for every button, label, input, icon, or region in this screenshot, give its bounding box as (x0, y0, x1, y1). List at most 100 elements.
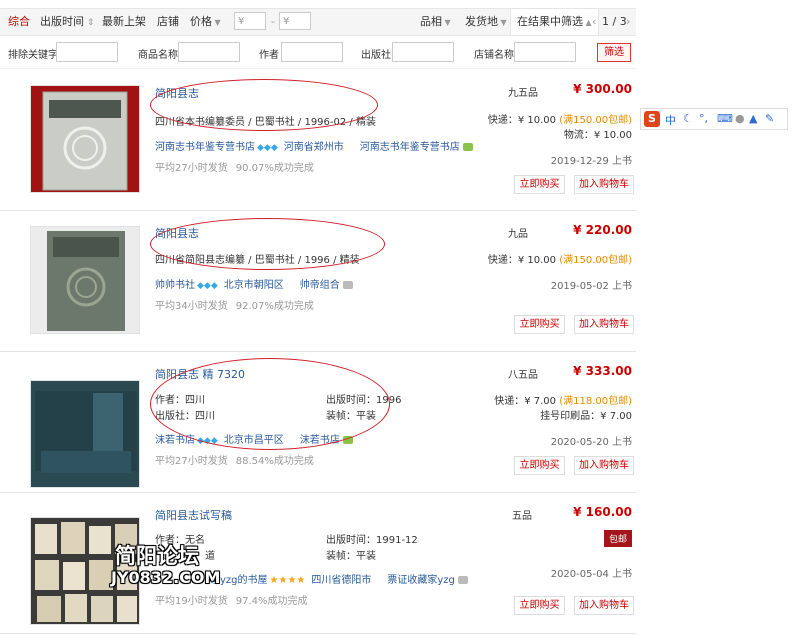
buy-now-button[interactable]: 立即购买 (514, 175, 565, 194)
sort-price[interactable]: 价格 ▼ (190, 9, 221, 35)
caret-down-icon: ▼ (212, 18, 221, 27)
sort-comprehensive[interactable]: 综合 (8, 9, 30, 35)
item-title[interactable]: 简阳县志 精 7320 (155, 366, 245, 382)
punctuation-icon[interactable]: °, (699, 112, 708, 125)
moon-icon[interactable]: ☾ (683, 112, 693, 125)
free-shipping-threshold: (满118.00包邮) (559, 396, 632, 407)
seller-name-link[interactable]: 沫若书店 (300, 435, 340, 446)
item-title[interactable]: 简阳县志试写稿 (155, 507, 232, 523)
star-rating-icon: ★★★★ (269, 575, 306, 586)
watermark-logo: 简阳论坛 (115, 544, 199, 568)
sogou-logo-icon[interactable]: S (644, 111, 660, 127)
item-binding: 装帧：平装 (326, 411, 376, 422)
add-to-cart-button[interactable]: 加入购物车 (574, 175, 634, 194)
book-cover-image[interactable] (30, 85, 140, 193)
wrench-icon[interactable]: ✎ (765, 112, 774, 125)
filter-in-results-tab[interactable]: 在结果中筛选 ▲ (510, 8, 599, 35)
shop-name-link[interactable]: 河南志书年鉴专营书店 (155, 142, 255, 153)
skin-icon[interactable]: ▲ (749, 112, 757, 125)
listing-date: 2020-05-04 上书 (550, 569, 632, 580)
item-publisher: 道 (205, 551, 215, 562)
add-to-cart-button[interactable]: 加入购物车 (574, 315, 634, 334)
item-price: ¥ 300.00 (573, 82, 632, 96)
sort-newest[interactable]: 最新上架 (102, 9, 146, 35)
price-max-input[interactable]: ¥ (279, 12, 311, 30)
listing-date: 2019-05-02 上书 (550, 281, 632, 292)
shipping-express: 快递：¥ 10.00 (满150.00包邮) (488, 251, 632, 266)
chat-icon[interactable] (342, 436, 353, 444)
product-name-label: 商品名称 (138, 50, 178, 61)
product-name-input[interactable] (178, 42, 240, 62)
result-item: 简阳县志 四川省本书编纂委员 / 巴蜀书社 / 1996-02 / 精装 河南志… (0, 70, 636, 211)
item-title-extra: 精 7320 (202, 368, 246, 381)
filter-quality[interactable]: 品相 ▼ (420, 9, 451, 35)
shop-location: 北京市朝阳区 (223, 280, 284, 291)
author-input[interactable] (281, 42, 343, 62)
free-shipping-threshold: (满150.00包邮) (559, 115, 632, 126)
book-cover-2 (31, 227, 139, 333)
free-shipping-threshold: (满150.00包邮) (559, 255, 632, 266)
diamond-rating-icon: ◆◆◆ (257, 143, 278, 153)
prev-page-icon[interactable]: ‹ (592, 9, 596, 35)
shipping-express: 快递：¥ 7.00 (满118.00包邮) (494, 392, 632, 407)
ime-language-toggle[interactable]: 中 (665, 112, 676, 128)
user-icon[interactable]: ● (735, 112, 745, 125)
avg-ship-time: 平均27小时发货 (155, 163, 228, 174)
shop-line: 沫若书店 ◆◆◆ 北京市昌平区 沫若书店 (155, 431, 353, 446)
chat-icon[interactable] (457, 576, 468, 584)
seller-name-link[interactable]: 帅帝组合 (300, 280, 340, 291)
exclude-keyword-input[interactable] (56, 42, 118, 62)
sort-bar: 综合 出版时间 ⇕ 最新上架 店铺 价格 ▼ ¥ - ¥ 品相 ▼ 发货地 ▼ … (0, 8, 636, 36)
seller-name-link[interactable]: 河南志书年鉴专营书店 (360, 142, 460, 153)
item-meta: 四川省本书编纂委员 / 巴蜀书社 / 1996-02 / 精装 (155, 117, 376, 128)
success-rate: 92.07%成功完成 (235, 301, 314, 312)
result-item: 简阳县志 四川省简阳县志编纂 / 巴蜀书社 / 1996 / 精装 帅帅书社 ◆◆… (0, 211, 636, 352)
shop-name-link[interactable]: 帅帅书社 (155, 280, 195, 291)
keyboard-icon[interactable]: ⌨ (717, 112, 733, 125)
filter-ship-from[interactable]: 发货地 ▼ (465, 9, 507, 35)
add-to-cart-button[interactable]: 加入购物车 (574, 596, 634, 615)
chat-icon[interactable] (342, 281, 353, 289)
next-page-icon[interactable]: › (626, 9, 630, 35)
result-item: 简阳县志 精 7320 作者：四川 出版社：四川 出版时间：1996 装帧：平装… (0, 352, 636, 493)
item-author: 作者：四川 (155, 395, 205, 406)
shop-location: 河南省郑州市 (283, 142, 344, 153)
shipping-express-fee: 快递：¥ 10.00 (487, 255, 557, 266)
sort-arrows-icon: ⇕ (84, 18, 95, 28)
shop-location: 四川省德阳市 (311, 575, 372, 586)
item-title[interactable]: 简阳县志 (155, 225, 199, 241)
sort-shop[interactable]: 店铺 (157, 9, 179, 35)
buy-now-button[interactable]: 立即购买 (514, 596, 565, 615)
item-price: ¥ 220.00 (573, 223, 632, 237)
book-cover-image[interactable] (30, 380, 140, 488)
shop-name-label: 店铺名称 (474, 50, 514, 61)
sort-pubtime[interactable]: 出版时间 ⇕ (40, 9, 94, 35)
shop-stats: 平均27小时发货 90.07%成功完成 (155, 159, 314, 174)
price-min-currency: ¥ (238, 16, 245, 27)
shop-line: 河南志书年鉴专营书店 ◆◆◆ 河南省郑州市 河南志书年鉴专营书店 (155, 138, 473, 153)
success-rate: 90.07%成功完成 (235, 163, 314, 174)
seller-name-link[interactable]: 票证收藏家yzg (387, 575, 455, 586)
price-min-input[interactable]: ¥ (234, 12, 266, 30)
avg-ship-time: 平均19小时发货 (155, 596, 228, 607)
item-title[interactable]: 简阳县志 (155, 85, 199, 101)
shop-location: 北京市昌平区 (223, 435, 284, 446)
shipping-express-fee: 快递：¥ 7.00 (494, 396, 557, 407)
shop-name-input[interactable] (514, 42, 576, 62)
filter-quality-label: 品相 (420, 15, 442, 28)
sort-pubtime-label: 出版时间 (40, 15, 84, 28)
buy-now-button[interactable]: 立即购买 (514, 456, 565, 475)
shop-name-link[interactable]: 沫若书店 (155, 435, 195, 446)
publisher-input[interactable] (392, 42, 454, 62)
item-price: ¥ 160.00 (573, 505, 632, 519)
add-to-cart-button[interactable]: 加入购物车 (574, 456, 634, 475)
buy-now-button[interactable]: 立即购买 (514, 315, 565, 334)
item-price: ¥ 333.00 (573, 364, 632, 378)
ime-toolbar: S 中 ☾ °, ⌨ ● ▲ ✎ (640, 108, 788, 130)
item-pubtime: 出版时间：1996 (326, 395, 402, 406)
filter-submit-button[interactable]: 筛选 (597, 43, 631, 62)
watermark-url: JY0832.COM (111, 568, 221, 587)
avg-ship-time: 平均34小时发货 (155, 301, 228, 312)
chat-icon[interactable] (462, 143, 473, 151)
book-cover-image[interactable] (30, 226, 140, 334)
